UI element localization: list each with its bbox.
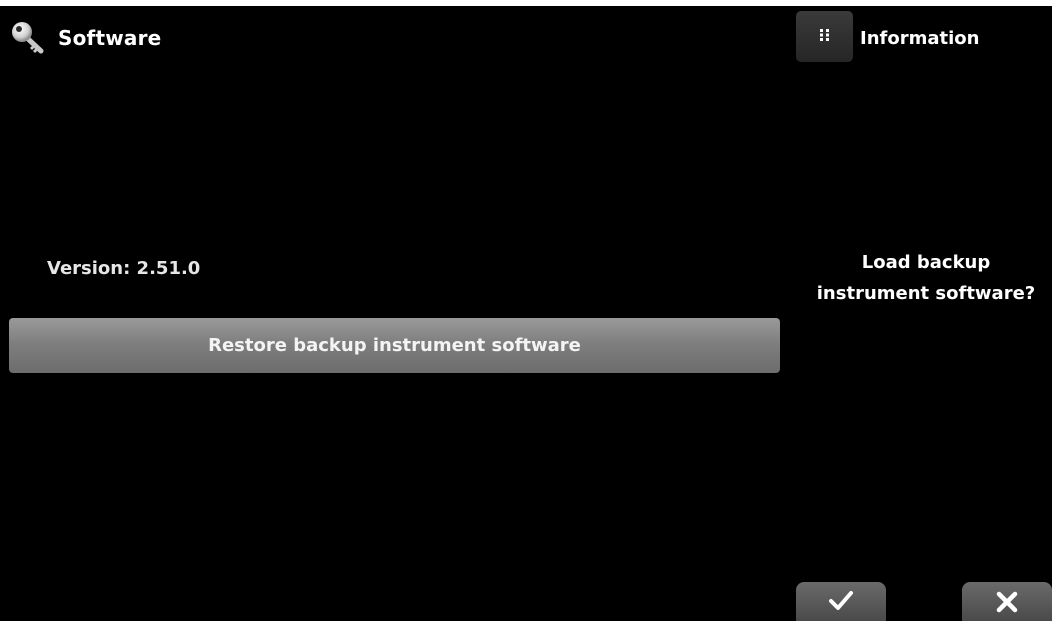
key-icon [10,20,46,56]
restore-backup-button-label: Restore backup instrument software [208,335,581,356]
restore-backup-button[interactable]: Restore backup instrument software [9,318,780,373]
cancel-button[interactable] [962,582,1052,621]
confirm-prompt: Load backup instrument software? [800,247,1052,309]
confirm-button[interactable] [796,582,886,621]
title-bar: Software [10,18,161,58]
grid-icon [818,27,832,46]
information-button[interactable] [796,11,853,62]
screen: Software Version: 2.51.0 Restore backup … [0,0,1052,621]
page-title: Software [58,26,162,50]
instrument-display: Software Version: 2.51.0 Restore backup … [0,6,1052,621]
version-label: Version: 2.51.0 [47,258,201,279]
prompt-line-2: instrument software? [816,283,1036,304]
close-icon [995,590,1019,618]
information-label: Information [860,28,980,49]
checkmark-icon [828,590,854,616]
prompt-line-1: Load backup [861,252,991,273]
